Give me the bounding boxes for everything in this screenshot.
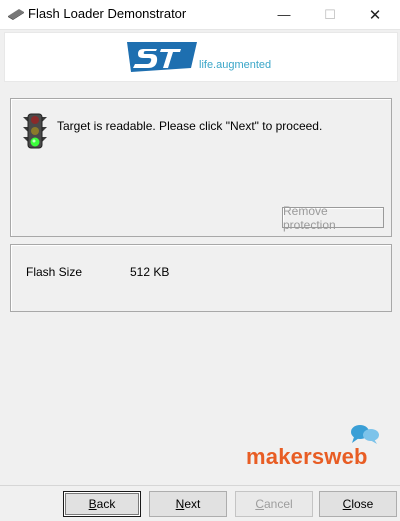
- flash-size-value: 512 KB: [130, 265, 170, 279]
- device-info-group: Flash Size 512 KB: [10, 244, 392, 312]
- st-logo: [127, 42, 197, 72]
- watermark: makersweb: [246, 424, 380, 474]
- divider: [0, 485, 400, 486]
- cancel-label: ancel: [263, 497, 293, 511]
- back-button[interactable]: Back: [63, 491, 141, 517]
- close-mnemonic: C: [342, 497, 352, 511]
- st-tagline: life.augmented: [199, 59, 272, 71]
- close-label: lose: [351, 497, 374, 511]
- status-message: Target is readable. Please click "Next" …: [57, 119, 323, 133]
- header-banner: life.augmented: [4, 32, 398, 82]
- next-label: ext: [184, 497, 201, 511]
- next-button[interactable]: Next: [149, 491, 227, 517]
- app-icon: [8, 9, 24, 20]
- title-bar: Flash Loader Demonstrator — ☐ ✕: [0, 0, 400, 30]
- traffic-light-green-icon: [23, 113, 47, 149]
- next-mnemonic: N: [175, 497, 185, 511]
- back-label: ack: [96, 497, 116, 511]
- remove-protection-button[interactable]: Remove protection: [282, 204, 384, 232]
- chat-bubbles-icon: [351, 425, 379, 444]
- close-window-button[interactable]: ✕: [352, 0, 398, 29]
- watermark-text: makersweb: [246, 444, 368, 469]
- close-button[interactable]: Close: [319, 491, 397, 517]
- window-title: Flash Loader Demonstrator: [28, 6, 187, 21]
- maximize-button[interactable]: ☐: [307, 0, 353, 29]
- flash-size-label: Flash Size: [26, 265, 83, 279]
- minimize-button[interactable]: —: [261, 0, 307, 29]
- status-group: Target is readable. Please click "Next" …: [10, 98, 392, 237]
- cancel-button[interactable]: Cancel: [235, 491, 313, 517]
- back-mnemonic: B: [88, 497, 97, 511]
- cancel-mnemonic: C: [255, 497, 264, 511]
